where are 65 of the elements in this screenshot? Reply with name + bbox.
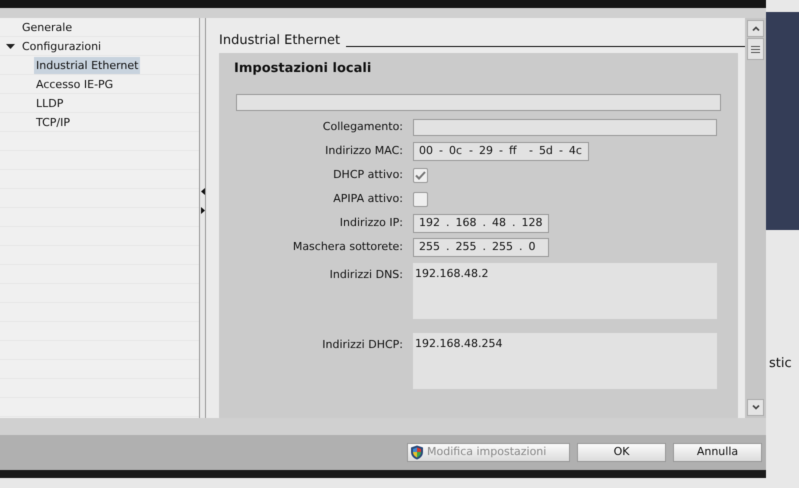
separator-text: .	[482, 239, 487, 256]
field-label: Maschera sottorete:	[292, 239, 403, 256]
segment-value: 5d	[538, 143, 553, 160]
separator-text: -	[498, 143, 504, 160]
separator-text: .	[482, 215, 487, 232]
tree-item[interactable]: Accesso IE-PG	[34, 76, 116, 93]
section-title: Industrial Ethernet	[219, 32, 340, 50]
separator-text: -	[468, 143, 474, 160]
input-field[interactable]: 255 . 255 . 255 . 0	[413, 238, 548, 257]
checkbox[interactable]	[413, 168, 428, 183]
text-area[interactable]: 192.168.48.2	[413, 262, 717, 318]
checkbox[interactable]	[413, 192, 428, 207]
segment-value: 48	[492, 215, 506, 232]
segment-value: 255	[456, 239, 476, 256]
text-area[interactable]: 192.168.48.254	[413, 332, 717, 388]
field-label: Indirizzi DNS:	[330, 266, 403, 282]
tree-item[interactable]: Configurazioni	[20, 38, 104, 55]
input-field[interactable]	[413, 119, 717, 136]
dialog-button[interactable]: Annulla	[673, 443, 762, 462]
chevron-up-icon	[752, 26, 760, 31]
dialog-button[interactable]: OK	[577, 443, 666, 462]
scroll-down-button[interactable]	[747, 399, 764, 416]
shield-icon	[410, 445, 424, 460]
field-label: Indirizzi DHCP:	[322, 336, 403, 352]
tree-item[interactable]: TCP/IP	[34, 114, 72, 131]
segment-value: 128	[522, 215, 542, 232]
segment-value: 4c	[568, 143, 583, 160]
input-field[interactable]: 00 - 0c - 29 - ff - 5d - 4c	[413, 142, 589, 161]
area-value: 192.168.48.254	[415, 336, 502, 350]
input-field[interactable]: 192 . 168 . 48 . 128	[413, 214, 548, 233]
segment-value: ff	[508, 143, 518, 160]
tree-item[interactable]: LLDP	[34, 95, 66, 112]
field-label: Collegamento:	[322, 119, 403, 136]
separator-text: .	[445, 239, 450, 256]
segment-value: 192	[419, 215, 440, 232]
separator-text: .	[518, 239, 524, 256]
scrollbar[interactable]	[745, 18, 766, 418]
field-label: APIPA attivo:	[333, 191, 403, 208]
separator-text: -	[438, 143, 444, 160]
segment-value: 29	[478, 143, 493, 160]
input-field[interactable]	[236, 94, 721, 110]
chevron-down-icon	[752, 405, 760, 410]
segment-value: 0c	[448, 143, 463, 160]
tree-item[interactable]: Industrial Ethernet	[34, 57, 140, 74]
segment-value: 255	[492, 239, 513, 256]
separator-text: -	[558, 143, 564, 160]
expander-icon[interactable]	[6, 42, 15, 51]
segment-value: 0	[528, 239, 536, 256]
segment-value: 168	[456, 215, 476, 232]
check-icon	[415, 171, 426, 180]
field-label: DHCP attivo:	[333, 167, 403, 184]
scroll-thumb[interactable]	[747, 38, 764, 60]
area-value: 192.168.48.2	[415, 266, 488, 280]
background-text: stic	[768, 355, 793, 373]
grip-icon	[751, 46, 760, 52]
separator-text: .	[511, 215, 516, 232]
separator-text: -	[528, 143, 534, 160]
group-title: Impostazioni locali	[234, 60, 372, 78]
field-label: Indirizzo MAC:	[325, 143, 403, 160]
field-label: Indirizzo IP:	[340, 215, 403, 232]
segment-value: 255	[419, 239, 440, 256]
tree-item[interactable]: Generale	[20, 19, 74, 36]
segment-value: 00	[419, 143, 433, 160]
scroll-up-button[interactable]	[747, 20, 764, 37]
separator-text: .	[445, 215, 450, 232]
